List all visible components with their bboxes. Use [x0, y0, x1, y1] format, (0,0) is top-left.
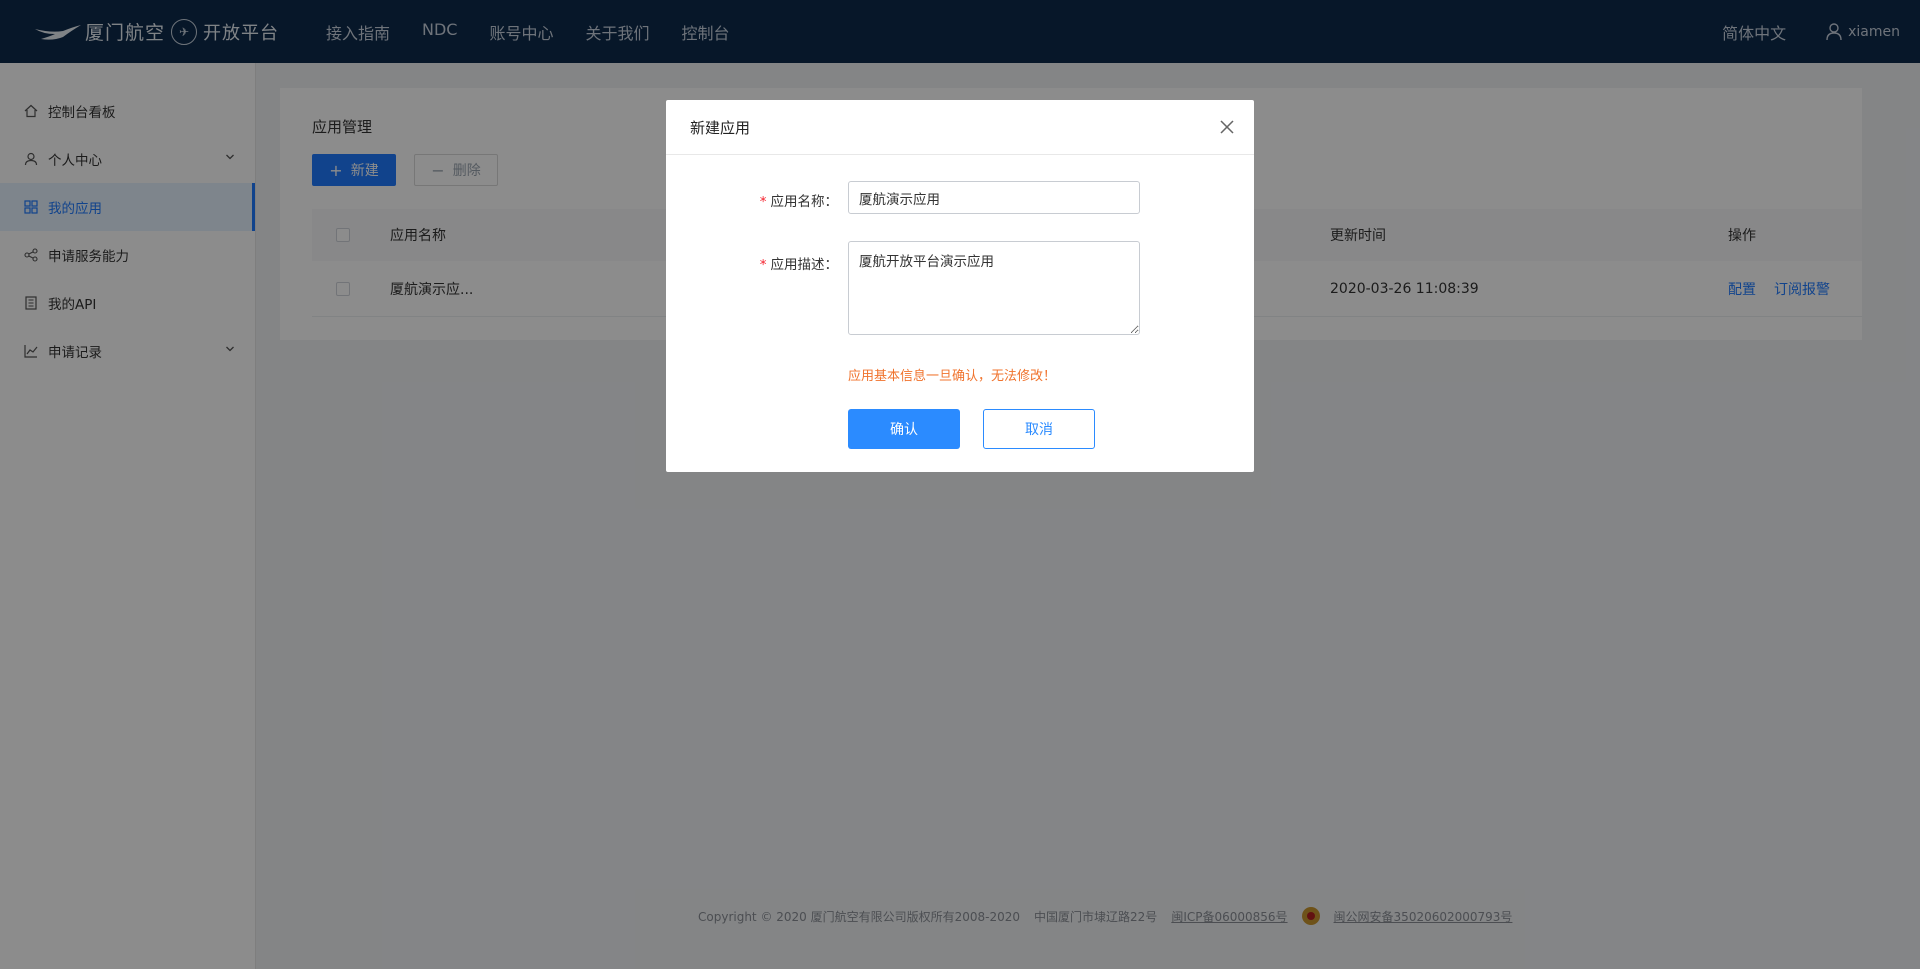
app-name-input[interactable] — [848, 181, 1140, 214]
app-desc-label: * 应用描述： — [678, 253, 838, 273]
app-desc-textarea[interactable]: 厦航开放平台演示应用 — [848, 241, 1140, 335]
required-mark: * — [759, 257, 767, 273]
app-name-label: * 应用名称： — [678, 190, 838, 210]
close-icon[interactable] — [1218, 118, 1236, 136]
app-name-label-text: 应用名称： — [770, 194, 839, 210]
app-desc-label-text: 应用描述： — [770, 257, 839, 273]
required-mark: * — [759, 194, 767, 210]
dialog-title: 新建应用 — [690, 118, 751, 137]
confirm-button[interactable]: 确认 — [848, 409, 960, 449]
cancel-button[interactable]: 取消 — [983, 409, 1095, 449]
dialog-header: 新建应用 — [666, 100, 1254, 155]
warning-text: 应用基本信息一旦确认，无法修改！ — [848, 369, 1057, 384]
new-app-dialog: 新建应用 *应用名称： *应用描述： 厦航开放平台演示应用 应用基本信息一旦确认… — [666, 100, 1254, 472]
